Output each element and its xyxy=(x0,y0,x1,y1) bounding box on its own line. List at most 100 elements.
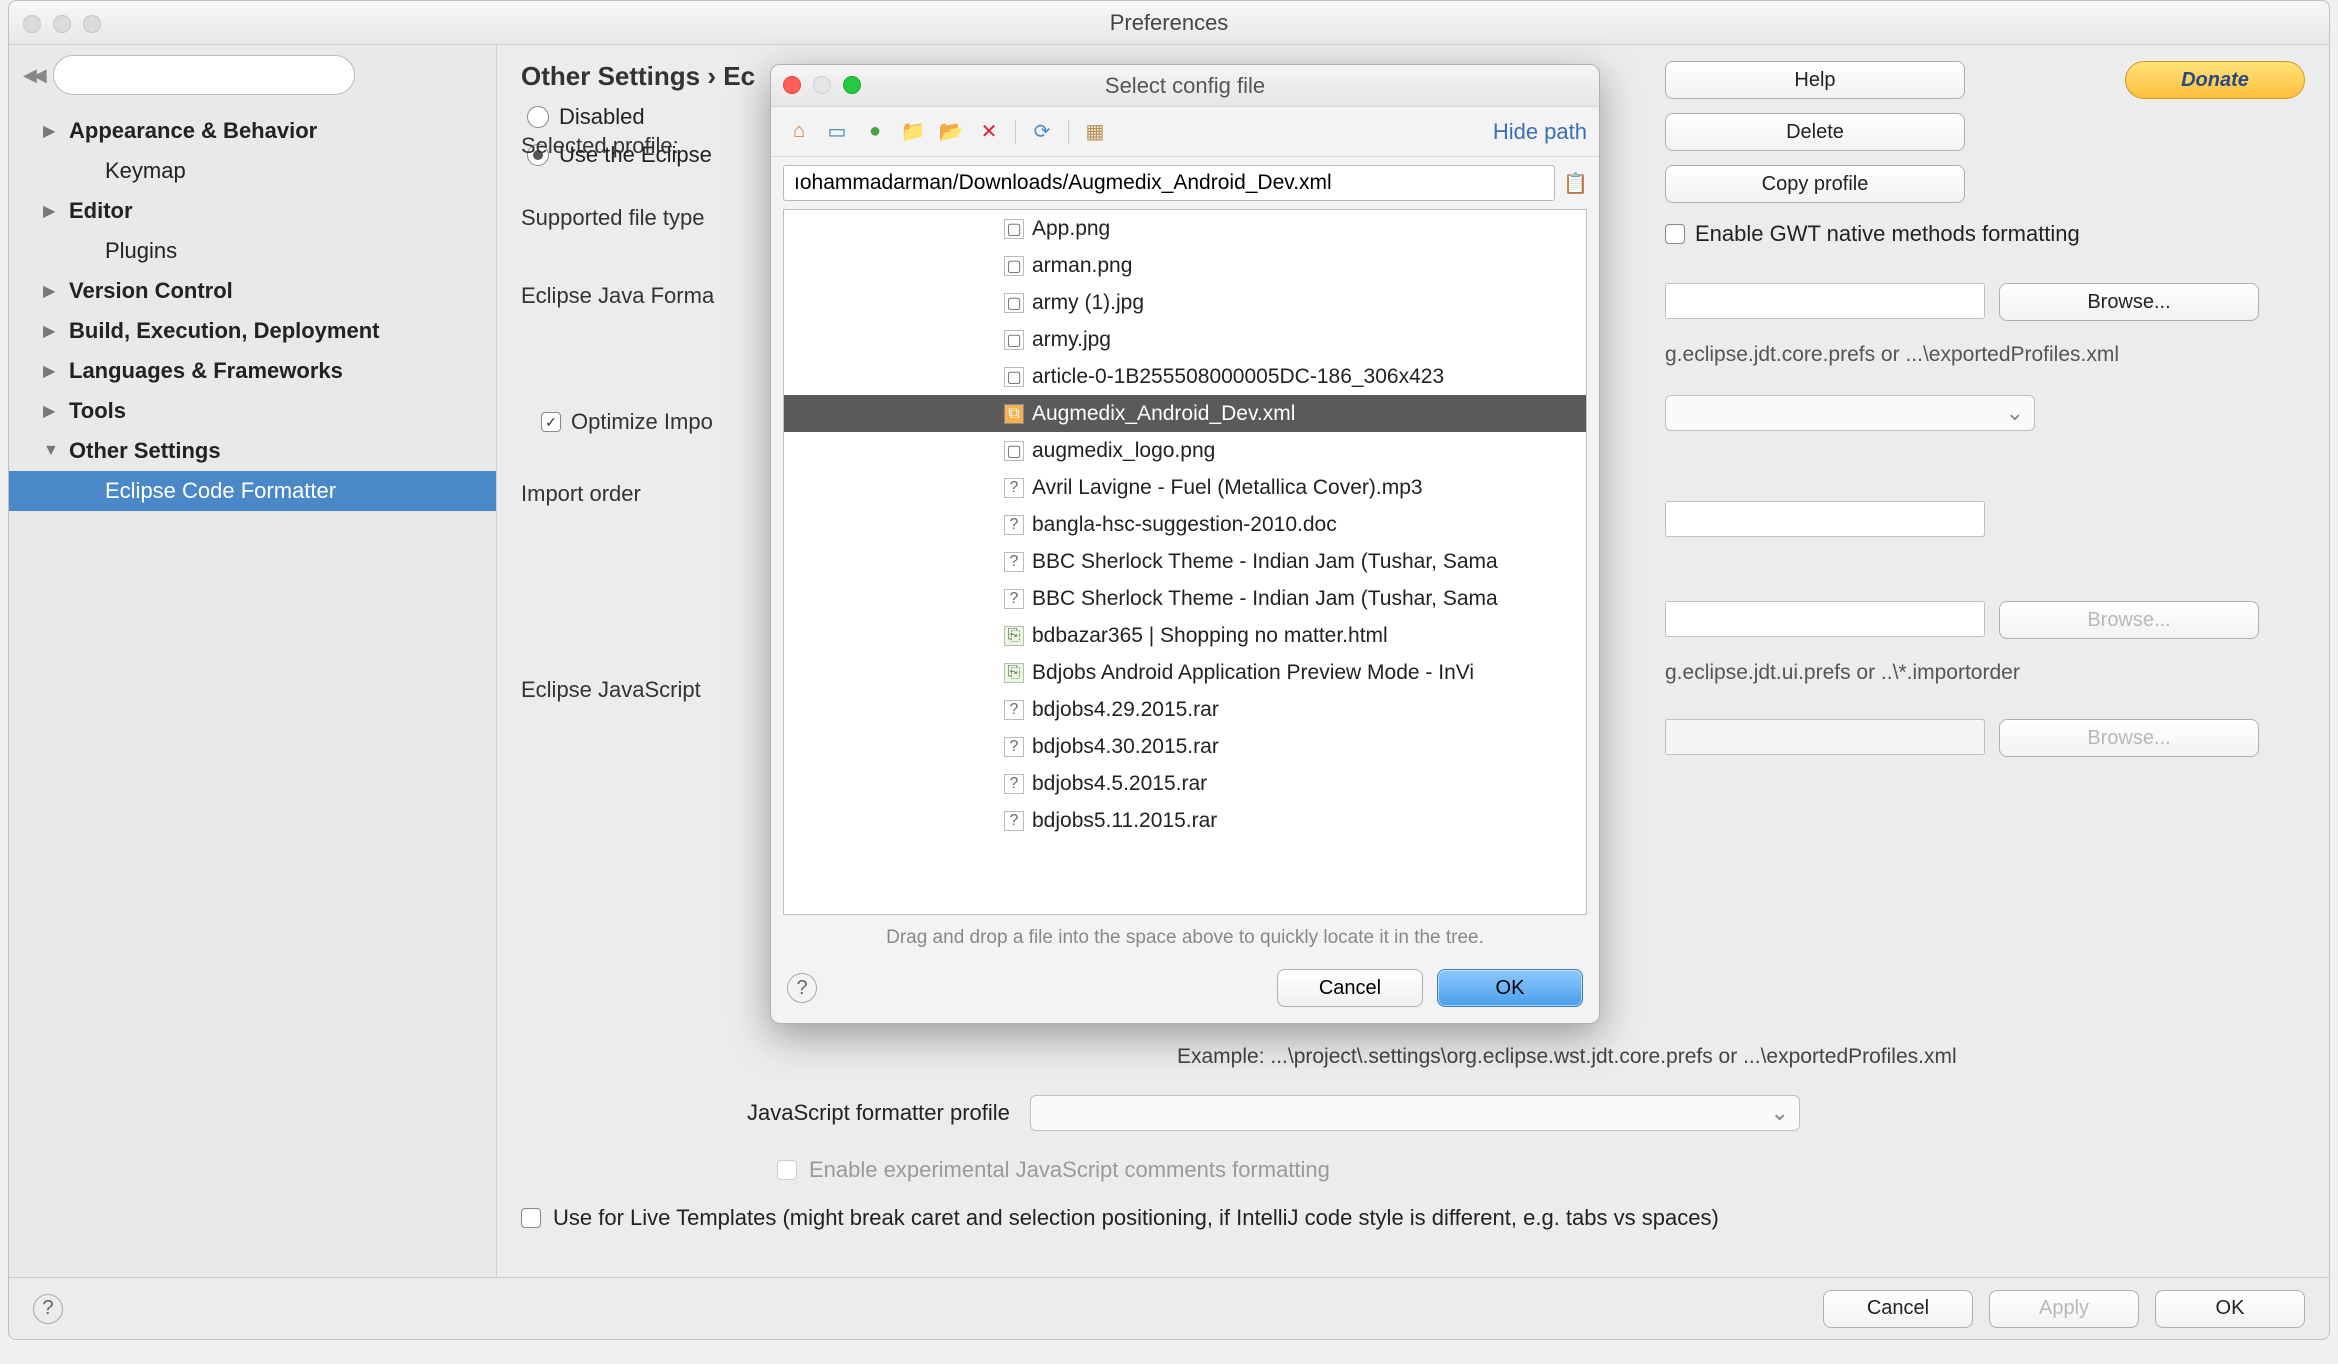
import-order-path-input[interactable] xyxy=(1665,501,1985,537)
dialog-ok-button[interactable]: OK xyxy=(1437,969,1583,1007)
show-hidden-icon[interactable]: ▦ xyxy=(1079,116,1111,148)
js-formatter-path-input[interactable] xyxy=(1665,719,1985,755)
file-name: bdjobs4.5.2015.rar xyxy=(1032,772,1207,796)
traffic-lights xyxy=(23,15,101,33)
sidebar-item-languages-frameworks[interactable]: ▶Languages & Frameworks xyxy=(9,351,496,391)
file-row[interactable]: ▢ army (1).jpg xyxy=(784,284,1586,321)
home-icon[interactable]: ⌂ xyxy=(783,116,815,148)
delete-icon[interactable]: ✕ xyxy=(973,116,1005,148)
file-row[interactable]: ▢arman.png xyxy=(784,247,1586,284)
file-name: article-0-1B255508000005DC-186_306x423 xyxy=(1032,365,1444,389)
project-icon[interactable]: ● xyxy=(859,116,891,148)
example-js-hint: Example: ...\project\.settings\org.eclip… xyxy=(1177,1045,1957,1069)
example-java-hint: g.eclipse.jdt.core.prefs or ...\exported… xyxy=(1665,343,2305,367)
minimize-window-icon[interactable] xyxy=(53,15,71,33)
file-name: Avril Lavigne - Fuel (Metallica Cover).m… xyxy=(1032,476,1423,500)
preferences-tree: ▶ Appearance & Behavior Keymap▶Editor Plugi… xyxy=(9,105,496,517)
file-row[interactable]: ▢augmedix_logo.png xyxy=(784,432,1586,469)
sidebar-item-label: Eclipse Code Formatter xyxy=(105,478,336,504)
separator xyxy=(1015,120,1016,144)
gwt-checkbox[interactable] xyxy=(1665,224,1685,244)
help-button[interactable]: Help xyxy=(1665,61,1965,99)
zoom-icon[interactable] xyxy=(843,76,861,94)
sidebar-item-appearance-behavior[interactable]: ▶ Appearance & Behavior xyxy=(9,111,496,151)
file-file-icon: ? xyxy=(1004,737,1024,757)
delete-button[interactable]: Delete xyxy=(1665,113,1965,151)
preferences-footer: ? Cancel Apply OK xyxy=(9,1277,2329,1339)
chevron-right-icon: ▶ xyxy=(43,121,59,141)
desktop-icon[interactable]: ▭ xyxy=(821,116,853,148)
file-list[interactable]: ▢App.png▢arman.png▢army (1).jpg▢army.jpg… xyxy=(783,209,1587,915)
window-title: Preferences xyxy=(1110,10,1229,36)
sidebar-item-editor[interactable]: ▶Editor xyxy=(9,191,496,231)
java-profile-select[interactable]: ⌄ xyxy=(1665,395,2035,431)
file-row[interactable]: ?bdjobs5.11.2015.rar xyxy=(784,802,1586,839)
help-icon[interactable]: ? xyxy=(787,973,817,1003)
close-icon[interactable] xyxy=(783,76,801,94)
file-row[interactable]: ?BBC Sherlock Theme - Indian Jam (Tushar… xyxy=(784,580,1586,617)
help-icon[interactable]: ? xyxy=(33,1294,63,1324)
sidebar-item-label: Other Settings xyxy=(69,438,221,464)
zoom-window-icon[interactable] xyxy=(83,15,101,33)
file-row[interactable]: ▢article-0-1B255508000005DC-186_306x423 xyxy=(784,358,1586,395)
preferences-search-input[interactable] xyxy=(53,55,355,95)
live-templates-checkbox[interactable] xyxy=(521,1208,541,1228)
sidebar-item-version-control[interactable]: ▶Version Control xyxy=(9,271,496,311)
file-row[interactable]: ⎘bdbazar365 | Shopping no matter.html xyxy=(784,617,1586,654)
file-row[interactable]: ⎘Bdjobs Android Application Preview Mode… xyxy=(784,654,1586,691)
refresh-icon[interactable]: ⟳ xyxy=(1026,116,1058,148)
window-titlebar: Preferences xyxy=(9,1,2329,45)
browse-import-button[interactable]: Browse... xyxy=(1999,601,2259,639)
file-row[interactable]: ⧉Augmedix_Android_Dev.xml xyxy=(784,395,1586,432)
html-file-icon: ⎘ xyxy=(1004,663,1024,683)
file-row[interactable]: ?bdjobs4.5.2015.rar xyxy=(784,765,1586,802)
donate-button[interactable]: Donate xyxy=(2125,61,2305,99)
browse-js-button[interactable]: Browse... xyxy=(1999,719,2259,757)
sidebar-item-label: Appearance & Behavior xyxy=(69,118,317,144)
file-name: App.png xyxy=(1032,217,1110,241)
file-row[interactable]: ? bdjobs4.30.2015.rar xyxy=(784,728,1586,765)
file-name: bdjobs4.30.2015.rar xyxy=(1032,735,1219,759)
sidebar-item-build-execution-deployment[interactable]: ▶Build, Execution, Deployment xyxy=(9,311,496,351)
select-config-file-dialog: Select config file ⌂ ▭ ● 📁 📂 ✕ ⟳ ▦ Hide … xyxy=(770,64,1600,1024)
sidebar-item-plugins[interactable]: Plugins xyxy=(9,231,496,271)
sidebar-item-label: Build, Execution, Deployment xyxy=(69,318,379,344)
ok-button[interactable]: OK xyxy=(2155,1290,2305,1328)
import-order-file-input[interactable] xyxy=(1665,601,1985,637)
path-input[interactable] xyxy=(783,165,1555,201)
sidebar-item-keymap[interactable]: Keymap xyxy=(9,151,496,191)
close-window-icon[interactable] xyxy=(23,15,41,33)
sidebar-item-tools[interactable]: ▶Tools xyxy=(9,391,496,431)
sidebar-item-eclipse-code-formatter[interactable]: Eclipse Code Formatter xyxy=(9,471,496,511)
file-row[interactable]: ? bangla-hsc-suggestion-2010.doc xyxy=(784,506,1586,543)
sidebar-item-other-settings[interactable]: ▼Other Settings xyxy=(9,431,496,471)
file-name: augmedix_logo.png xyxy=(1032,439,1215,463)
file-row[interactable]: ▢App.png xyxy=(784,210,1586,247)
img-file-icon: ▢ xyxy=(1004,256,1024,276)
history-icon[interactable]: 📋 xyxy=(1563,171,1587,195)
cancel-button[interactable]: Cancel xyxy=(1823,1290,1973,1328)
file-row[interactable]: ?Avril Lavigne - Fuel (Metallica Cover).… xyxy=(784,469,1586,506)
copy-profile-button[interactable]: Copy profile xyxy=(1665,165,1965,203)
dialog-cancel-button[interactable]: Cancel xyxy=(1277,969,1423,1007)
file-row[interactable]: ?BBC Sherlock Theme - Indian Jam (Tushar… xyxy=(784,543,1586,580)
file-name: bangla-hsc-suggestion-2010.doc xyxy=(1032,513,1337,537)
xml-file-icon: ⧉ xyxy=(1004,404,1024,424)
optimize-imports-checkbox[interactable] xyxy=(541,412,561,432)
file-name: BBC Sherlock Theme - Indian Jam (Tushar,… xyxy=(1032,587,1498,611)
file-file-icon: ? xyxy=(1004,515,1024,535)
chevron-right-icon: ▶ xyxy=(43,401,59,421)
file-row[interactable]: ▢army.jpg xyxy=(784,321,1586,358)
apply-button[interactable]: Apply xyxy=(1989,1290,2139,1328)
file-name: army (1).jpg xyxy=(1032,291,1144,315)
hide-path-link[interactable]: Hide path xyxy=(1493,119,1587,145)
browse-java-button[interactable]: Browse... xyxy=(1999,283,2259,321)
html-file-icon: ⎘ xyxy=(1004,626,1024,646)
file-row[interactable]: ?bdjobs4.29.2015.rar xyxy=(784,691,1586,728)
separator xyxy=(1068,120,1069,144)
img-file-icon: ▢ xyxy=(1004,293,1024,313)
sidebar-item-label: Plugins xyxy=(105,238,177,264)
nav-back-icon[interactable]: ◀◀ xyxy=(23,65,43,86)
js-profile-select[interactable]: ⌄ xyxy=(1030,1095,1800,1131)
java-formatter-path-input[interactable] xyxy=(1665,283,1985,319)
